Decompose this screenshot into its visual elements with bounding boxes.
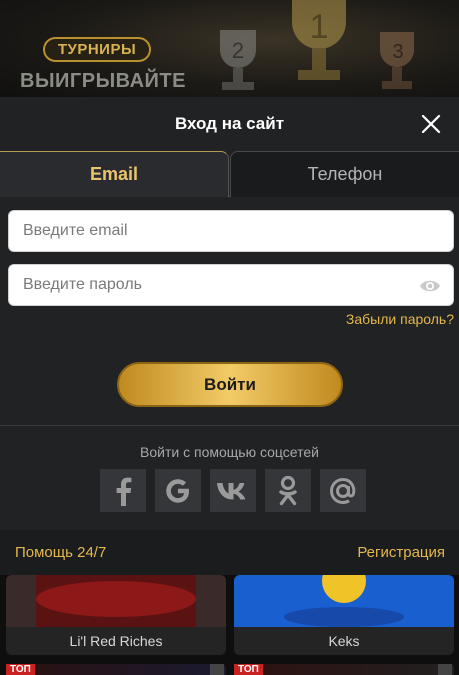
svg-text:3: 3 xyxy=(392,41,403,63)
trophies-illustration: 2 1 3 xyxy=(220,0,414,90)
modal-footer: Помощь 24/7 Регистрация xyxy=(0,530,459,575)
register-link[interactable]: Регистрация xyxy=(357,544,445,561)
odnoklassniki-button[interactable] xyxy=(265,469,311,512)
google-icon xyxy=(166,478,189,503)
email-input[interactable] xyxy=(23,211,439,251)
game-thumbnail xyxy=(6,575,226,627)
facebook-icon xyxy=(116,477,132,506)
game-tile[interactable]: ТОП xyxy=(6,664,226,675)
divider xyxy=(0,425,459,426)
svg-text:2: 2 xyxy=(232,38,244,63)
google-button[interactable] xyxy=(155,469,201,512)
vk-icon xyxy=(217,482,246,499)
tab-phone[interactable]: Телефон xyxy=(230,151,459,197)
game-tile[interactable]: Li'l Red Riches xyxy=(6,575,226,655)
game-tile[interactable]: Keks xyxy=(234,575,454,655)
vk-button[interactable] xyxy=(210,469,256,512)
email-field[interactable] xyxy=(8,210,454,252)
close-icon[interactable] xyxy=(421,114,441,134)
password-input[interactable] xyxy=(23,265,439,305)
mail-icon xyxy=(329,477,356,504)
tournaments-badge: ТУРНИРЫ xyxy=(43,37,151,62)
page: 2 1 3 ТУРНИРЫ ВЫИГРЫВАЙТЕ Вход на сайт E… xyxy=(0,0,459,675)
modal-header: Вход на сайт xyxy=(0,97,459,151)
star-icon[interactable] xyxy=(210,664,224,675)
banner-title: ВЫИГРЫВАЙТЕ xyxy=(20,70,186,92)
game-tile[interactable]: ТОП xyxy=(234,664,454,675)
modal-title: Вход на сайт xyxy=(174,114,285,133)
eye-icon[interactable] xyxy=(419,278,441,294)
tournament-banner[interactable]: 2 1 3 ТУРНИРЫ ВЫИГРЫВАЙТЕ xyxy=(0,0,459,100)
tab-email[interactable]: Email xyxy=(0,151,229,197)
password-field[interactable] xyxy=(8,264,454,306)
game-title: Keks xyxy=(234,627,454,655)
game-thumbnail xyxy=(234,575,454,627)
login-modal: Вход на сайт Email Телефон Забыли пароль… xyxy=(0,97,459,575)
svg-text:1: 1 xyxy=(310,8,329,46)
top-badge: ТОП xyxy=(234,664,263,675)
login-tabs: Email Телефон xyxy=(0,151,459,197)
game-title: Li'l Red Riches xyxy=(6,627,226,655)
forgot-password-link[interactable]: Забыли пароль? xyxy=(346,311,454,327)
facebook-button[interactable] xyxy=(100,469,146,512)
mail-button[interactable] xyxy=(320,469,366,512)
login-button[interactable]: Войти xyxy=(117,362,343,407)
top-badge: ТОП xyxy=(6,664,35,675)
social-login-title: Войти с помощью соцсетей xyxy=(140,444,319,460)
social-buttons xyxy=(100,469,366,512)
odnoklassniki-icon xyxy=(279,475,297,505)
star-icon[interactable] xyxy=(438,664,452,675)
help-link[interactable]: Помощь 24/7 xyxy=(15,544,106,561)
